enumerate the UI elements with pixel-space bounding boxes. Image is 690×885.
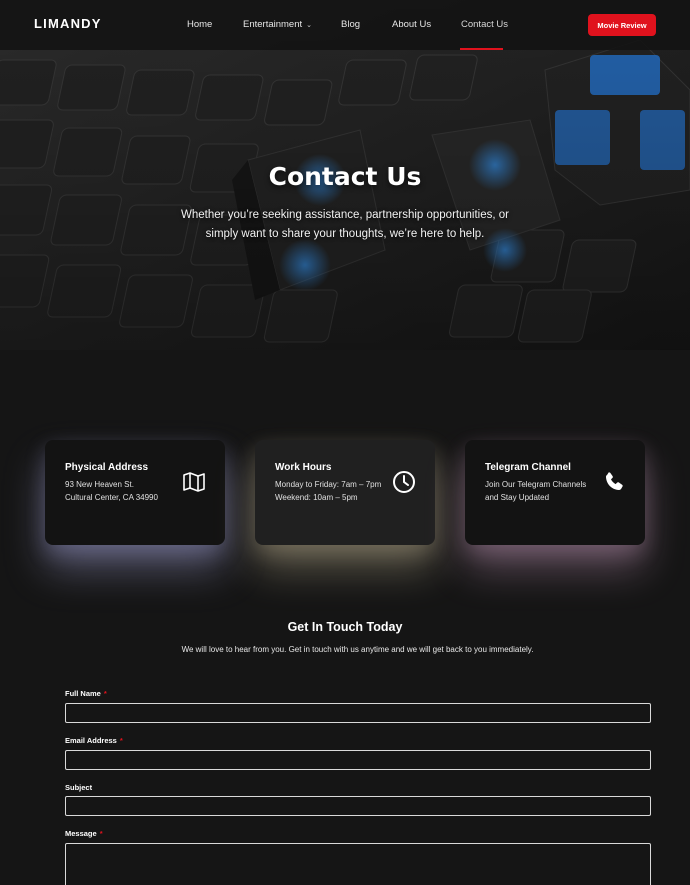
card-physical-address: Physical Address 93 New Heaven St. Cultu…: [45, 440, 225, 545]
card-telegram-channel: Telegram Channel Join Our Telegram Chann…: [465, 440, 645, 545]
card-text: Weekend: 10am – 5pm: [275, 493, 358, 502]
card-text: Cultural Center, CA 34990: [65, 493, 158, 502]
nav-blog-label: Blog: [341, 19, 361, 30]
nav-entertainment-label: Entertainment: [243, 19, 303, 30]
movie-review-button[interactable]: Movie Review: [588, 14, 656, 36]
subject-input[interactable]: [65, 796, 651, 816]
email-label: Email Address *: [65, 736, 123, 745]
page-title: Contact Us: [268, 162, 422, 191]
card-title: Telegram Channel: [485, 462, 571, 473]
message-textarea[interactable]: [65, 843, 651, 885]
section-subtitle: We will love to hear from you. Get in to…: [181, 645, 534, 654]
message-label: Message *: [65, 829, 103, 838]
nav-contact-us[interactable]: Contact Us: [461, 19, 508, 30]
subject-label-text: Subject: [65, 783, 93, 792]
map-icon: [183, 472, 205, 492]
nav-home-label: Home: [187, 19, 213, 30]
card-text: and Stay Updated: [485, 493, 550, 502]
site-header: LIMANDY Home Entertainment ⌄ Blog About U…: [0, 0, 690, 50]
nav-active-indicator: [460, 48, 503, 50]
required-mark: *: [103, 689, 107, 698]
site-logo[interactable]: LIMANDY: [34, 16, 102, 31]
hero-subtitle: Whether you’re seeking assistance, partn…: [181, 209, 509, 240]
email-label-text: Email Address: [65, 736, 117, 745]
card-text: Join Our Telegram Channels: [485, 480, 587, 489]
message-label-text: Message: [65, 829, 97, 838]
subject-label: Subject: [65, 783, 92, 792]
card-text: 93 New Heaven St.: [65, 480, 134, 489]
required-mark: *: [99, 829, 103, 838]
card-title: Work Hours: [275, 462, 332, 473]
card-text: Monday to Friday: 7am – 7pm: [275, 480, 382, 489]
hero-banner: Contact Us Whether you’re seeking assist…: [0, 0, 690, 350]
email-input[interactable]: [65, 750, 651, 770]
full-name-label-text: Full Name: [65, 689, 101, 698]
clock-icon: [393, 471, 415, 493]
phone-icon: [605, 472, 623, 491]
chevron-down-icon: ⌄: [306, 22, 313, 29]
nav-blog[interactable]: Blog: [341, 19, 360, 30]
nav-home[interactable]: Home: [187, 19, 212, 30]
full-name-label: Full Name *: [65, 689, 107, 698]
nav-about-us-label: About Us: [392, 19, 432, 30]
required-mark: *: [119, 736, 123, 745]
full-name-input[interactable]: [65, 703, 651, 723]
nav-about-us[interactable]: About Us: [392, 19, 431, 30]
nav-contact-us-label: Contact Us: [461, 19, 508, 30]
card-title: Physical Address: [65, 462, 149, 473]
nav-entertainment[interactable]: Entertainment ⌄: [243, 19, 312, 30]
section-title: Get In Touch Today: [287, 620, 403, 634]
card-work-hours: Work Hours Monday to Friday: 7am – 7pm W…: [255, 440, 435, 545]
